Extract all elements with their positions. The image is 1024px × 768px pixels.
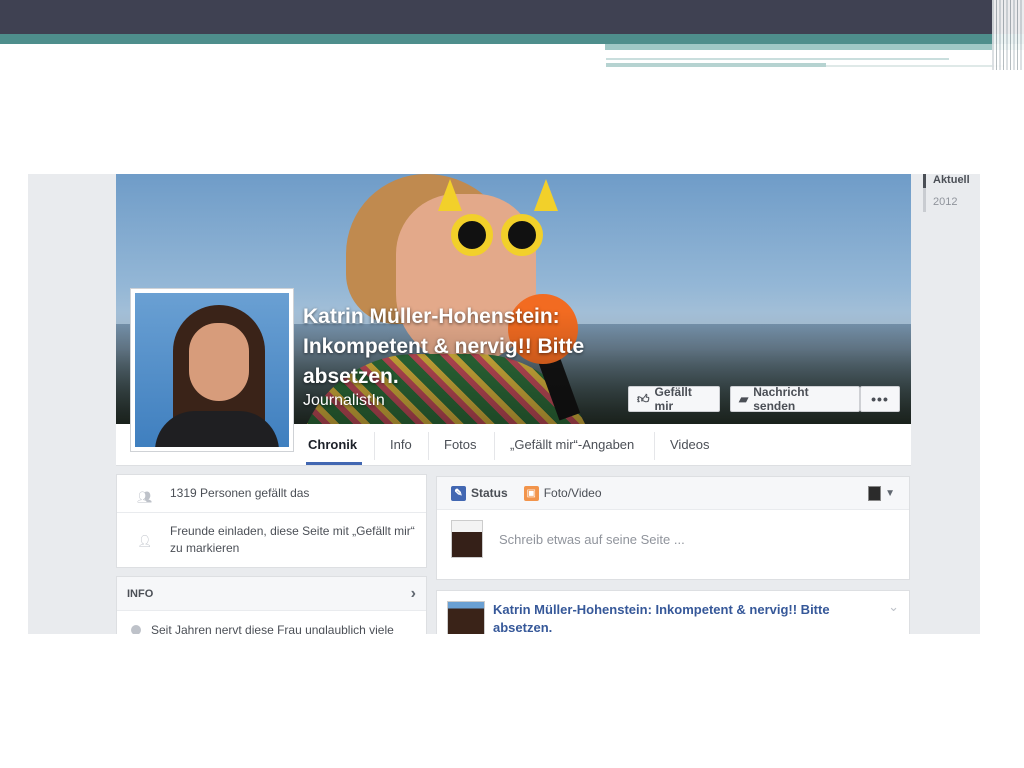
post-author-name[interactable]: Katrin Müller-Hohenstein: Inkompetent & … xyxy=(493,601,873,634)
slide-stripes-decoration xyxy=(992,0,1024,70)
active-tab-indicator xyxy=(306,462,362,465)
info-circle-icon xyxy=(131,625,141,634)
persona-dropdown-icon: ▼ xyxy=(885,487,895,499)
info-card-header[interactable]: INFO › xyxy=(117,577,426,611)
pencil-icon: ✎ xyxy=(451,485,466,501)
chevron-down-icon[interactable]: ⌄ xyxy=(888,599,899,615)
facebook-page-screenshot: Katrin Müller-Hohenstein: Inkompetent & … xyxy=(28,174,980,634)
slide-header-band xyxy=(0,0,1024,34)
profile-picture[interactable] xyxy=(130,288,294,452)
more-dots-icon: ••• xyxy=(871,391,889,407)
status-tab[interactable]: ✎ Status xyxy=(451,485,508,501)
composer-avatar xyxy=(451,520,483,558)
persona-avatar xyxy=(868,485,882,501)
chevron-right-icon: › xyxy=(410,584,416,602)
timeline-post: Katrin Müller-Hohenstein: Inkompetent & … xyxy=(436,590,910,634)
timeline-item-2012[interactable]: 2012 xyxy=(933,196,957,208)
invite-person-icon: 👤︎ xyxy=(137,534,153,548)
tab-videos[interactable]: Videos xyxy=(670,437,710,452)
page-title[interactable]: Katrin Müller-Hohenstein: Inkompetent & … xyxy=(303,302,643,392)
post-author-avatar[interactable] xyxy=(447,601,485,634)
people-icon: 👥︎ xyxy=(137,490,153,504)
slide-line xyxy=(606,63,826,67)
tab-fotos[interactable]: Fotos xyxy=(444,437,477,452)
tab-chronik[interactable]: Chronik xyxy=(308,437,357,452)
like-page-button[interactable]: 👍︎ Gefällt mir xyxy=(628,385,720,413)
likes-count-row[interactable]: 👥︎ 1319 Personen gefällt das xyxy=(117,475,426,513)
invite-friends-row[interactable]: 👤︎ Freunde einladen, diese Seite mit „Ge… xyxy=(117,513,426,567)
page-category[interactable]: JournalistIn xyxy=(303,392,385,410)
slide-line xyxy=(826,65,1004,67)
message-icon: ▰ xyxy=(739,392,749,406)
info-description: Seit Jahren nervt diese Frau unglaublich… xyxy=(117,611,426,634)
slide-white-cutout xyxy=(0,44,605,70)
info-card: INFO › Seit Jahren nervt diese Frau ungl… xyxy=(116,576,427,634)
post-composer: ✎ Status ▣ Foto/Video ▼ Schreib etwas au… xyxy=(436,476,910,580)
photo-video-tab[interactable]: ▣ Foto/Video xyxy=(523,485,602,501)
more-options-button[interactable]: ••• xyxy=(860,386,900,412)
slide-accent-band xyxy=(0,34,1024,44)
timeline-item-current[interactable]: Aktuell xyxy=(933,174,970,186)
slide-line xyxy=(606,58,949,60)
tab-info[interactable]: Info xyxy=(390,437,412,452)
timeline-year-nav: Aktuell 2012 xyxy=(923,174,980,234)
send-message-button[interactable]: ▰ Nachricht senden xyxy=(730,385,860,413)
tab-gefaellt-mir-angaben[interactable]: „Gefällt mir“-Angaben xyxy=(510,437,634,452)
photo-icon: ▣ xyxy=(523,485,539,501)
likes-card: 👥︎ 1319 Personen gefällt das 👤︎ Freunde … xyxy=(116,474,427,568)
persona-selector[interactable]: ▼ xyxy=(868,485,895,501)
composer-input[interactable]: Schreib etwas auf seine Seite ... xyxy=(499,532,685,547)
like-thumb-icon: 👍︎ xyxy=(637,391,650,406)
